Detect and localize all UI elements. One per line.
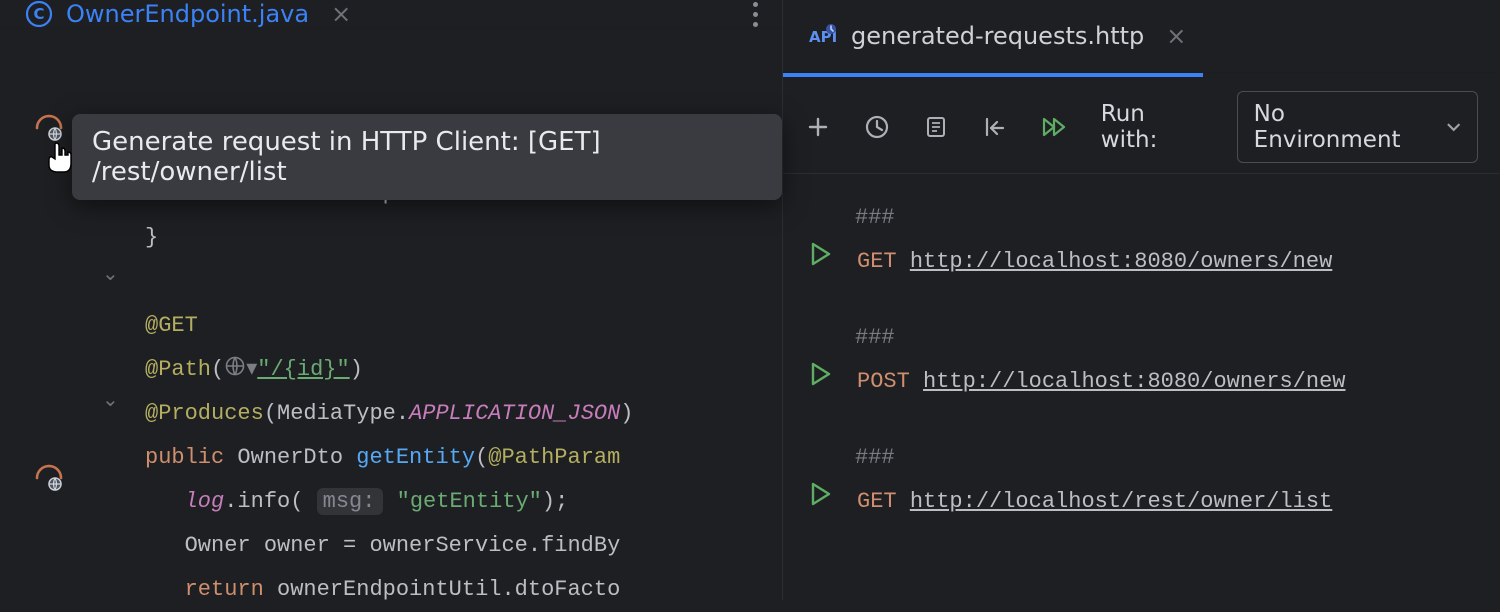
pointer-cursor-icon <box>46 141 76 175</box>
chevron-down-icon[interactable]: ⌄ <box>102 261 145 287</box>
left-tabbar: C OwnerEndpoint.java × <box>0 0 782 29</box>
http-url[interactable]: http://localhost:8080/owners/new <box>910 249 1332 274</box>
run-request-icon[interactable] <box>809 360 833 404</box>
environment-selector[interactable]: No Environment <box>1237 91 1478 163</box>
editor-panel-left: C OwnerEndpoint.java × Generate request … <box>0 0 783 600</box>
endpoint-gutter-icon[interactable] <box>34 463 90 493</box>
request-row: POST http://localhost:8080/owners/new <box>783 360 1500 404</box>
add-request-icon[interactable] <box>805 113 832 141</box>
request-row: GET http://localhost:8080/owners/new <box>783 240 1500 284</box>
chevron-down-icon[interactable]: ⌄ <box>102 387 145 413</box>
api-file-icon: API <box>809 22 837 50</box>
run-with-label: Run with: <box>1101 101 1205 153</box>
import-icon[interactable] <box>982 113 1009 141</box>
svg-text:C: C <box>33 5 44 23</box>
java-class-icon: C <box>26 1 52 27</box>
chevron-down-icon <box>1446 121 1461 133</box>
right-tabbar: API generated-requests.http × <box>783 0 1500 73</box>
env-value: No Environment <box>1254 101 1432 153</box>
generate-request-tooltip: Generate request in HTTP Client: [GET] /… <box>72 114 782 200</box>
http-method: GET <box>857 489 897 514</box>
request-row: GET http://localhost/rest/owner/list <box>783 480 1500 524</box>
close-icon[interactable]: × <box>331 0 351 28</box>
run-request-icon[interactable] <box>809 480 833 524</box>
http-url[interactable]: http://localhost:8080/owners/new <box>923 369 1345 394</box>
http-method: GET <box>857 249 897 274</box>
history-icon[interactable] <box>864 113 891 141</box>
tab-title: generated-requests.http <box>851 22 1144 50</box>
tab-title: OwnerEndpoint.java <box>66 0 309 28</box>
more-icon[interactable] <box>753 0 758 32</box>
http-url[interactable]: http://localhost/rest/owner/list <box>910 489 1332 514</box>
run-all-icon[interactable] <box>1041 113 1069 141</box>
left-editor-content: Generate request in HTTP Client: [GET] /… <box>0 29 782 612</box>
close-icon[interactable]: × <box>1166 22 1186 50</box>
tab-generated-requests[interactable]: API generated-requests.http × <box>809 22 1186 50</box>
editor-panel-right: API generated-requests.http × Run with: … <box>783 0 1500 600</box>
run-request-icon[interactable] <box>809 240 833 284</box>
http-requests-body[interactable]: ### GET http://localhost:8080/owners/new… <box>783 174 1500 600</box>
examples-icon[interactable] <box>923 113 950 141</box>
request-separator: ### <box>855 205 895 230</box>
request-separator: ### <box>855 445 895 470</box>
tab-owner-endpoint[interactable]: C OwnerEndpoint.java × <box>26 0 351 28</box>
http-method: POST <box>857 369 910 394</box>
http-client-toolbar: Run with: No Environment <box>783 77 1500 174</box>
request-separator: ### <box>855 325 895 350</box>
